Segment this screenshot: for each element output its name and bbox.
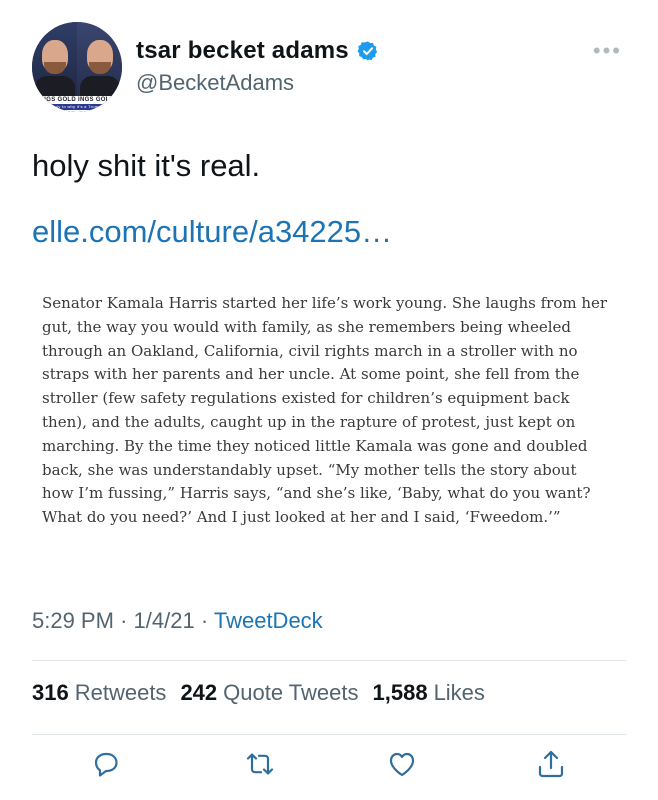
tweet-text: holy shit it's real. [32, 148, 261, 183]
like-heart-icon[interactable] [386, 748, 418, 780]
verified-badge-icon [357, 41, 378, 61]
more-options-icon[interactable]: ••• [593, 38, 622, 64]
article-screenshot: Senator Kamala Harris started her life’s… [42, 292, 612, 530]
avatar-beard [44, 62, 66, 74]
likes-stat[interactable]: 1,588 Likes [373, 680, 485, 706]
display-name[interactable]: tsar becket adams [136, 37, 349, 65]
divider [32, 734, 626, 735]
quote-tweets-label: Quote Tweets [223, 680, 359, 705]
retweet-icon[interactable] [244, 748, 276, 780]
avatar-banner-subtext: ready to why it's a Trump o [32, 104, 122, 110]
retweets-stat[interactable]: 316 Retweets [32, 680, 166, 706]
meta-separator: · [120, 608, 128, 633]
likes-count: 1,588 [372, 680, 428, 705]
retweets-label: Retweets [74, 680, 167, 705]
name-row: tsar becket adams [136, 34, 379, 68]
quote-tweets-count: 242 [180, 680, 218, 705]
user-handle[interactable]: @BecketAdams [136, 70, 294, 96]
tweet-date[interactable]: 1/4/21 [134, 608, 195, 633]
reply-icon[interactable] [90, 748, 122, 780]
meta-separator: · [200, 608, 209, 633]
article-text: Senator Kamala Harris started her life’s… [42, 294, 608, 527]
avatar[interactable]: IGS GOLD INGS GOL ready to why it's a Tr… [32, 22, 122, 112]
divider [32, 660, 626, 661]
tweet-time[interactable]: 5:29 PM [32, 608, 114, 633]
tweet-source[interactable]: TweetDeck [214, 608, 323, 633]
quote-tweets-stat[interactable]: 242 Quote Tweets [180, 680, 358, 706]
tweet-meta: 5:29 PM · 1/4/21 · TweetDeck [32, 608, 323, 634]
avatar-banner: IGS GOLD INGS GOL ready to why it's a Tr… [32, 96, 122, 112]
likes-label: Likes [433, 680, 485, 705]
avatar-beard [89, 62, 111, 74]
avatar-banner-text: IGS GOLD INGS GOL [44, 97, 110, 103]
retweets-count: 316 [32, 680, 69, 705]
tweet-link[interactable]: elle.com/culture/a34225… [32, 214, 392, 250]
tweet-header: IGS GOLD INGS GOL ready to why it's a Tr… [32, 22, 632, 112]
action-bar [0, 748, 658, 788]
tweet-stats: 316 Retweets 242 Quote Tweets 1,588 Likes [32, 680, 485, 706]
share-icon[interactable] [535, 748, 567, 780]
